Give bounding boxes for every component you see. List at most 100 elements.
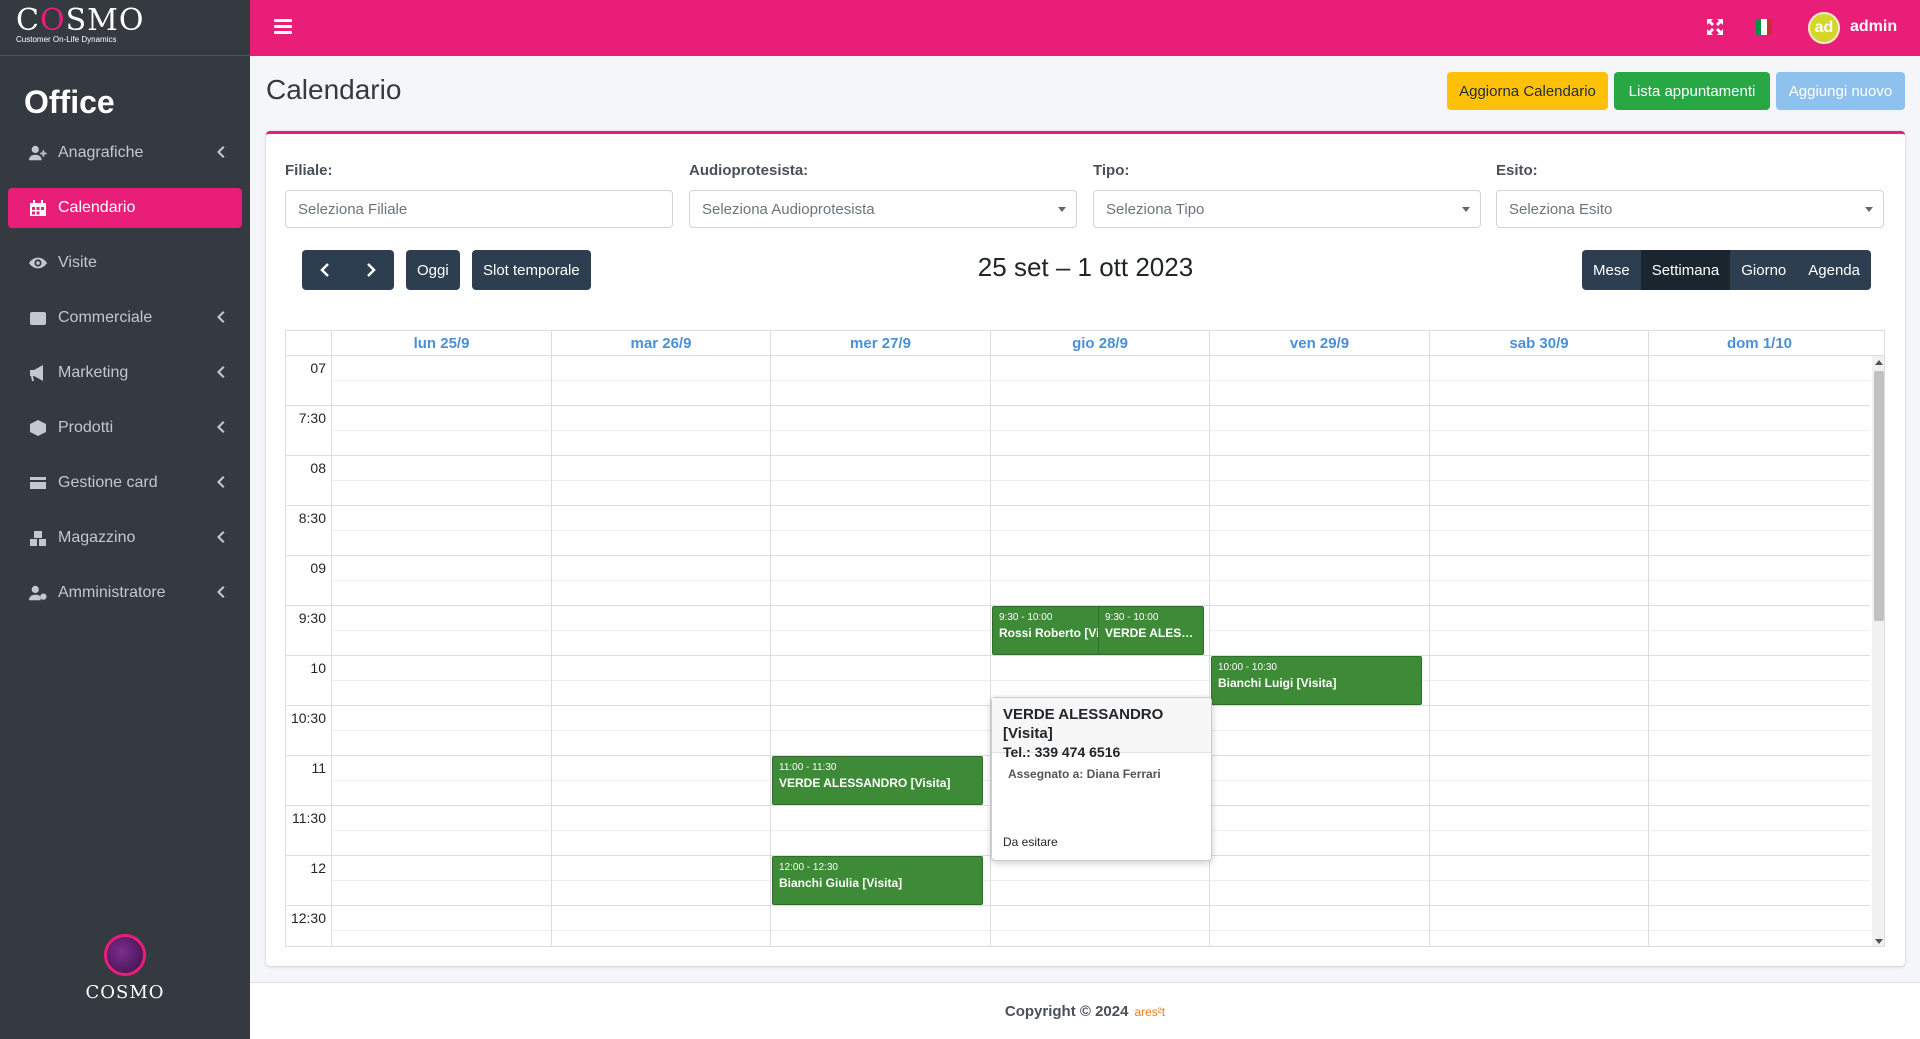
- scroll-up-arrow-icon[interactable]: [1875, 360, 1883, 365]
- wallet-icon: [28, 309, 48, 327]
- brand-logo: COSMO: [16, 6, 234, 36]
- warehouse-icon: [28, 529, 48, 547]
- sidebar-nav: Anagrafiche Calendario Visite Commercial…: [0, 133, 250, 613]
- footer: Copyright © 2024 ares²t: [250, 982, 1920, 1039]
- sidebar: COSMO Customer On-Life Dynamics Office A…: [0, 0, 250, 1039]
- italian-flag-icon[interactable]: [1756, 19, 1772, 35]
- day-header[interactable]: sab 30/9: [1429, 331, 1648, 356]
- calendar-event[interactable]: 12:00 - 12:30 Bianchi Giulia [Visita]: [772, 856, 983, 905]
- day-header[interactable]: lun 25/9: [331, 331, 551, 356]
- day-header[interactable]: ven 29/9: [1209, 331, 1429, 356]
- popover-assigned: Assegnato a: Diana Ferrari: [1008, 767, 1161, 781]
- sidebar-item-commerciale[interactable]: Commerciale: [8, 298, 242, 338]
- popover-title: VERDE ALESSANDRO [Visita]: [1003, 706, 1164, 742]
- time-slot-row[interactable]: 08: [286, 456, 1870, 506]
- scroll-down-arrow-icon[interactable]: [1875, 939, 1883, 944]
- fullscreen-icon[interactable]: [1706, 18, 1724, 36]
- caret-down-icon: [1462, 207, 1470, 212]
- time-slot-row[interactable]: 12:30: [286, 906, 1870, 946]
- time-slot-row[interactable]: 7:30: [286, 406, 1870, 456]
- sidebar-item-label: Visite: [58, 254, 97, 271]
- sidebar-item-label: Commerciale: [58, 309, 153, 326]
- time-slot-row[interactable]: 8:30: [286, 506, 1870, 556]
- scrollbar-thumb[interactable]: [1874, 371, 1884, 621]
- view-agenda-button[interactable]: Agenda: [1797, 250, 1871, 290]
- day-header[interactable]: gio 28/9: [990, 331, 1209, 356]
- caret-down-icon: [1865, 207, 1873, 212]
- time-label: 7:30: [298, 410, 326, 426]
- sidebar-item-gestione-card[interactable]: Gestione card: [8, 463, 242, 503]
- appointments-list-button[interactable]: Lista appuntamenti: [1614, 72, 1770, 110]
- cosmo-emblem-icon: [104, 934, 146, 976]
- sidebar-item-marketing[interactable]: Marketing: [8, 353, 242, 393]
- chevron-left-icon: [216, 475, 226, 489]
- topbar: ad admin: [250, 0, 1920, 56]
- tipo-placeholder: Seleziona Tipo: [1106, 200, 1205, 218]
- add-new-button[interactable]: Aggiungi nuovo: [1776, 72, 1905, 110]
- megaphone-icon: [28, 364, 48, 382]
- time-label: 11: [311, 760, 326, 776]
- chevron-left-icon: [216, 420, 226, 434]
- time-label: 11:30: [292, 810, 326, 826]
- calendar-scrollbar[interactable]: [1872, 356, 1884, 946]
- brand[interactable]: COSMO Customer On-Life Dynamics: [0, 0, 250, 56]
- day-column: [1429, 356, 1430, 946]
- office-title: Office: [24, 84, 115, 120]
- hamburger-menu-icon[interactable]: [274, 19, 292, 35]
- caret-down-icon: [1058, 207, 1066, 212]
- time-slot-row[interactable]: 07: [286, 356, 1870, 406]
- sidebar-item-amministratore[interactable]: Amministratore: [8, 573, 242, 613]
- time-label: 07: [310, 360, 326, 376]
- day-column: [1648, 356, 1649, 946]
- sidebar-item-anagrafiche[interactable]: Anagrafiche: [8, 133, 242, 173]
- event-title: VERDE ALESSANDRO [Visita]: [1105, 626, 1197, 640]
- footer-brand-link[interactable]: ares²t: [1134, 1005, 1165, 1019]
- view-month-button[interactable]: Mese: [1582, 250, 1641, 290]
- username[interactable]: admin: [1850, 18, 1897, 36]
- view-week-button[interactable]: Settimana: [1640, 250, 1731, 290]
- calendar-event[interactable]: 11:00 - 11:30 VERDE ALESSANDRO [Visita]: [772, 756, 983, 805]
- calendar-icon: [28, 199, 48, 217]
- sidebar-item-prodotti[interactable]: Prodotti: [8, 408, 242, 448]
- view-switcher: Mese Settimana Giorno Agenda: [1582, 250, 1871, 290]
- time-label: 9:30: [298, 610, 326, 626]
- sidebar-item-label: Marketing: [58, 364, 129, 381]
- esito-select[interactable]: Seleziona Esito: [1496, 190, 1884, 228]
- time-label: 10: [310, 660, 326, 676]
- sidebar-footer-logo: COSMO: [0, 934, 250, 1003]
- sidebar-item-visite[interactable]: Visite: [8, 243, 242, 283]
- popover-phone: Tel.: 339 474 6516: [1003, 744, 1121, 760]
- day-header[interactable]: mar 26/9: [551, 331, 770, 356]
- sidebar-footer-text: COSMO: [85, 982, 165, 1003]
- day-column: [551, 356, 552, 946]
- event-title: Bianchi Luigi [Visita]: [1218, 676, 1337, 690]
- time-slot-row[interactable]: 12: [286, 856, 1870, 906]
- day-header[interactable]: dom 1/10: [1648, 331, 1870, 356]
- sidebar-item-label: Anagrafiche: [58, 144, 144, 161]
- filiale-select[interactable]: Seleziona Filiale: [285, 190, 673, 228]
- time-slot-row[interactable]: 09: [286, 556, 1870, 606]
- popover-header: VERDE ALESSANDRO [Visita] Tel.: 339 474 …: [992, 698, 1211, 760]
- calendar-event[interactable]: 9:30 - 10:00 VERDE ALESSANDRO [Visita]: [1098, 606, 1204, 655]
- brand-logo-o: O: [39, 3, 66, 38]
- avatar[interactable]: ad: [1808, 12, 1840, 44]
- sidebar-item-magazzino[interactable]: Magazzino: [8, 518, 242, 558]
- tipo-select[interactable]: Seleziona Tipo: [1093, 190, 1481, 228]
- user-cog-icon: [28, 584, 48, 602]
- event-time: 10:00 - 10:30: [1218, 662, 1277, 673]
- event-time: 9:30 - 10:00: [1105, 612, 1159, 623]
- audioprotesista-select[interactable]: Seleziona Audioprotesista: [689, 190, 1077, 228]
- esito-placeholder: Seleziona Esito: [1509, 200, 1613, 218]
- refresh-calendar-button[interactable]: Aggiorna Calendario: [1447, 72, 1608, 110]
- view-day-button[interactable]: Giorno: [1730, 250, 1798, 290]
- sidebar-item-label: Gestione card: [58, 474, 158, 491]
- time-label: 12: [310, 860, 326, 876]
- sidebar-item-calendario[interactable]: Calendario: [8, 188, 242, 228]
- calendar-event[interactable]: 10:00 - 10:30 Bianchi Luigi [Visita]: [1211, 656, 1422, 705]
- day-column: [770, 356, 771, 946]
- day-header[interactable]: mer 27/9: [770, 331, 990, 356]
- box-icon: [28, 419, 48, 437]
- filiale-placeholder: Seleziona Filiale: [298, 200, 408, 218]
- sidebar-item-label: Prodotti: [58, 419, 114, 436]
- sidebar-item-label: Calendario: [58, 199, 136, 216]
